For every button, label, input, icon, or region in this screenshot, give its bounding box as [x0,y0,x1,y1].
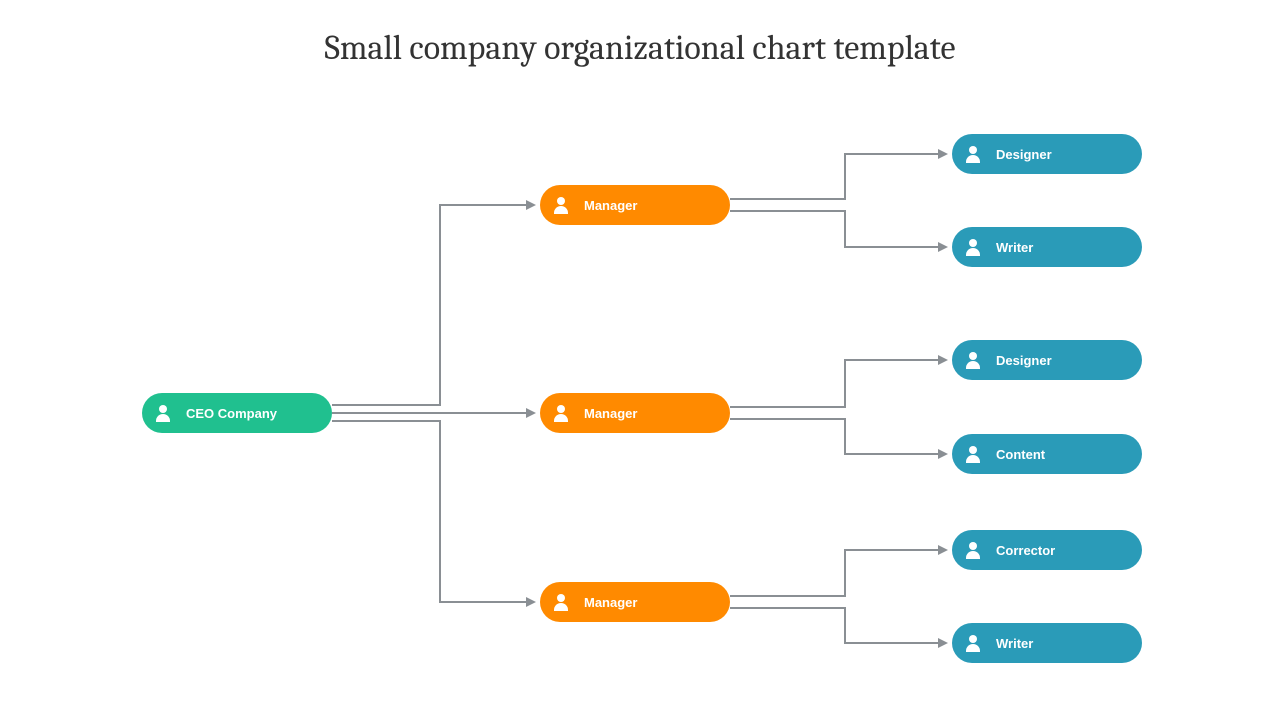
page-title: Small company organizational chart templ… [0,28,1280,68]
node-role: Corrector [952,530,1142,570]
node-label: Manager [584,406,637,421]
node-label: Designer [996,147,1052,162]
node-label: Writer [996,636,1033,651]
node-label: Content [996,447,1045,462]
node-label: Manager [584,595,637,610]
person-icon [964,445,982,463]
person-icon [964,351,982,369]
node-manager: Manager [540,582,730,622]
node-label: Designer [996,353,1052,368]
person-icon [964,541,982,559]
person-icon [964,145,982,163]
person-icon [552,196,570,214]
person-icon [154,404,172,422]
person-icon [964,634,982,652]
person-icon [552,404,570,422]
node-role: Content [952,434,1142,474]
node-role: Designer [952,340,1142,380]
node-label: Writer [996,240,1033,255]
node-manager: Manager [540,185,730,225]
node-ceo: CEO Company [142,393,332,433]
node-label: Manager [584,198,637,213]
node-role: Designer [952,134,1142,174]
node-label: CEO Company [186,406,277,421]
node-role: Writer [952,623,1142,663]
person-icon [552,593,570,611]
person-icon [964,238,982,256]
node-role: Writer [952,227,1142,267]
node-manager: Manager [540,393,730,433]
node-label: Corrector [996,543,1055,558]
